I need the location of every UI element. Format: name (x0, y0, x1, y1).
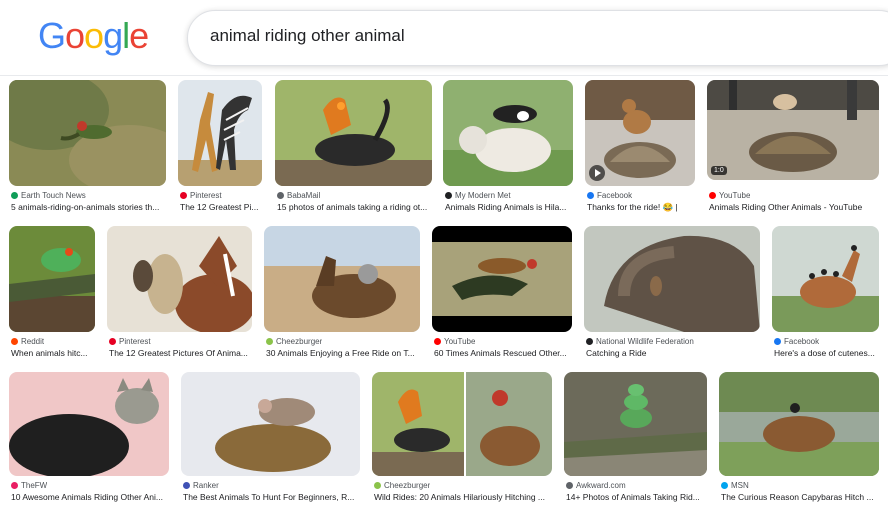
result-title[interactable]: 5 animals-riding-on-animals stories th..… (11, 202, 168, 212)
source-favicon (11, 338, 18, 345)
result-title[interactable]: 14+ Photos of Animals Taking Rid... (566, 492, 709, 502)
result-title[interactable]: When animals hitc... (11, 348, 97, 358)
source-favicon (109, 338, 116, 345)
result-title[interactable]: 30 Animals Enjoying a Free Ride on T... (266, 348, 422, 358)
result-thumbnail[interactable] (9, 226, 95, 332)
search-input[interactable] (210, 26, 810, 46)
result-source: Cheezburger (374, 481, 430, 490)
source-favicon (266, 338, 273, 345)
frogs-crocodile-photo (564, 372, 707, 476)
result-thumbnail[interactable] (264, 226, 420, 332)
weasel-woodpecker-photo (432, 226, 572, 332)
result-source: Facebook (587, 191, 632, 200)
result-source: YouTube (709, 191, 750, 200)
result-title[interactable]: Animals Riding Animals is Hila... (445, 202, 575, 212)
source-favicon (587, 192, 594, 199)
result-title[interactable]: Animals Riding Other Animals - YouTube (709, 202, 881, 212)
result-source: TheFW (11, 481, 47, 490)
logo-letter: o (84, 15, 104, 56)
monkey-dog-horse-photo (107, 226, 252, 332)
result-source: My Modern Met (445, 191, 511, 200)
source-favicon (445, 192, 452, 199)
result-thumbnail[interactable] (432, 226, 572, 332)
result-source: Awkward.com (566, 481, 626, 490)
video-duration-badge: 1:0 (711, 166, 727, 175)
logo-letter: G (38, 15, 66, 56)
result-thumbnail[interactable] (9, 372, 169, 476)
result-source: National Wildlife Federation (586, 337, 694, 346)
result-source: BabaMail (277, 191, 320, 200)
source-favicon (183, 482, 190, 489)
result-title[interactable]: The Best Animals To Hunt For Beginners, … (183, 492, 362, 502)
result-thumbnail[interactable] (372, 372, 552, 476)
top-bar: Google (0, 0, 888, 76)
source-favicon (434, 338, 441, 345)
goat-sheep-photo (443, 80, 573, 186)
result-thumbnail[interactable] (443, 80, 573, 186)
bird-capybara-photo (719, 372, 879, 476)
result-title[interactable]: 60 Times Animals Rescued Other... (434, 348, 574, 358)
result-title[interactable]: Here's a dose of cutenes... (774, 348, 881, 358)
dog-tortoise-video-photo (707, 80, 879, 180)
result-thumbnail[interactable] (181, 372, 360, 476)
result-thumbnail[interactable] (585, 80, 695, 186)
search-box[interactable] (187, 10, 888, 66)
google-logo[interactable]: Google (38, 14, 149, 58)
result-thumbnail[interactable]: 1:0 (707, 80, 879, 180)
logo-letter: o (65, 15, 85, 56)
result-title[interactable]: The 12 Greatest Pictures Of Anima... (109, 348, 254, 358)
mouse-toad-photo (181, 372, 360, 476)
result-source: YouTube (434, 337, 475, 346)
result-source: Ranker (183, 481, 219, 490)
logo-letter: e (129, 15, 149, 56)
frog-beetle-photo (275, 80, 432, 186)
result-source: MSN (721, 481, 749, 490)
giraffe-zebra-photo (178, 80, 262, 186)
result-source: Earth Touch News (11, 191, 86, 200)
result-source: Pinterest (180, 191, 222, 200)
result-title[interactable]: 15 photos of animals taking a riding ot.… (277, 202, 434, 212)
logo-letter: g (103, 15, 123, 56)
result-title[interactable]: The 12 Greatest Pi... (180, 202, 264, 212)
source-favicon (721, 482, 728, 489)
result-thumbnail[interactable] (107, 226, 252, 332)
result-title[interactable]: The Curious Reason Capybaras Hitch ... (721, 492, 881, 502)
birds-deer-photo (772, 226, 879, 332)
result-thumbnail[interactable] (9, 80, 166, 186)
result-thumbnail[interactable] (564, 372, 707, 476)
cat-dog-photo (9, 372, 169, 476)
source-favicon (277, 192, 284, 199)
bird-photo (9, 80, 166, 186)
collage-photo (372, 372, 552, 476)
result-thumbnail[interactable] (275, 80, 432, 186)
source-favicon (566, 482, 573, 489)
result-source: Pinterest (109, 337, 151, 346)
source-favicon (374, 482, 381, 489)
result-title[interactable]: Thanks for the ride! 😂 | (587, 202, 697, 213)
source-favicon (586, 338, 593, 345)
source-favicon (774, 338, 781, 345)
result-source: Facebook (774, 337, 819, 346)
frog-crocodile-photo (9, 226, 95, 332)
logo-letter: l (122, 15, 130, 56)
result-thumbnail[interactable] (584, 226, 760, 332)
result-thumbnail[interactable] (178, 80, 262, 186)
play-icon[interactable] (589, 165, 605, 181)
source-favicon (11, 192, 18, 199)
result-source: Reddit (11, 337, 44, 346)
result-thumbnail[interactable] (719, 372, 879, 476)
source-favicon (180, 192, 187, 199)
result-thumbnail[interactable] (772, 226, 879, 332)
result-title[interactable]: 10 Awesome Animals Riding Other Ani... (11, 492, 171, 502)
source-favicon (11, 482, 18, 489)
result-title[interactable]: Catching a Ride (586, 348, 762, 358)
koala-dog-photo (264, 226, 420, 332)
source-favicon (709, 192, 716, 199)
result-source: Cheezburger (266, 337, 322, 346)
result-title[interactable]: Wild Rides: 20 Animals Hilariously Hitch… (374, 492, 554, 502)
bird-buffalo-photo (584, 226, 760, 332)
